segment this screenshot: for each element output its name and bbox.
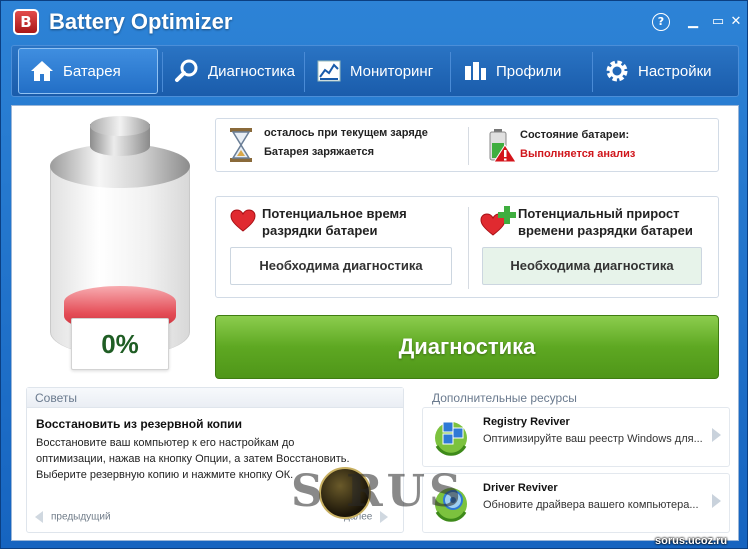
discharge-time-title: Потенциальное время разрядки батареи <box>262 205 407 239</box>
maximize-button[interactable]: ▭ <box>709 13 727 31</box>
nav-separator <box>592 52 593 92</box>
minimize-button[interactable]: ▁ <box>684 13 702 31</box>
tip-text-line: оптимизации, нажав на кнопку Опции, а за… <box>36 453 350 465</box>
potential-box: Потенциальное время разрядки батареи Нео… <box>215 196 719 298</box>
help-button[interactable]: ? <box>652 13 670 31</box>
diagnostics-button[interactable]: Диагностика <box>215 315 719 379</box>
nav-separator <box>304 52 305 92</box>
plug-icon <box>462 58 488 84</box>
close-button[interactable]: ✕ <box>727 13 745 31</box>
heart-icon <box>230 209 256 238</box>
discharge-gain-title-line1: Потенциальный прирост <box>518 206 680 221</box>
watermark-logo: S RUS <box>291 466 465 517</box>
tab-diagnostics[interactable]: Диагностика <box>164 48 304 94</box>
battery-percent: 0% <box>71 318 169 370</box>
home-icon <box>29 58 55 84</box>
magnifier-icon <box>174 58 200 84</box>
battery-state-value: Выполняется анализ <box>520 148 636 160</box>
watermark-url: sorus.ucoz.ru <box>655 535 728 547</box>
chart-icon <box>316 58 342 84</box>
app-title: Battery Optimizer <box>49 9 233 34</box>
tip-text-line: Восстановите ваш компьютер к его настрой… <box>36 437 295 449</box>
tab-profiles-label: Профили <box>496 62 562 80</box>
discharge-gain-title: Потенциальный прирост времени разрядки б… <box>518 205 693 239</box>
potential-separator <box>468 207 469 289</box>
resource-item-registry-reviver[interactable]: Registry Reviver Оптимизируйте ваш реест… <box>422 407 730 467</box>
remaining-time-label: осталось при текущем заряде <box>264 127 428 139</box>
tab-monitoring-label: Мониторинг <box>350 62 434 80</box>
nav-separator <box>162 52 163 92</box>
tab-profiles[interactable]: Профили <box>452 48 590 94</box>
resource-desc: Оптимизируйте ваш реестр Windows для... <box>483 433 703 445</box>
hourglass-icon <box>228 127 254 168</box>
tab-settings-label: Настройки <box>638 62 712 80</box>
registry-reviver-icon <box>431 416 471 456</box>
discharge-gain-title-line2: времени разрядки батареи <box>518 223 693 238</box>
tab-settings[interactable]: Настройки <box>594 48 734 94</box>
resource-title: Registry Reviver <box>483 416 570 428</box>
discharge-time-title-line2: разрядки батареи <box>262 223 378 238</box>
resource-desc: Обновите драйвера вашего компьютера... <box>483 499 699 511</box>
battery-warning-icon <box>488 129 518 168</box>
tips-header: Советы <box>27 388 403 408</box>
remaining-time-cell: осталось при текущем заряде Батарея заря… <box>264 127 428 167</box>
battery-state-cell: Состояние батареи: Выполняется анализ <box>520 129 635 169</box>
resources-header: Дополнительные ресурсы <box>432 391 577 405</box>
charging-status: Батарея заряжается <box>264 146 375 158</box>
tip-title: Восстановить из резервной копии <box>36 417 242 431</box>
chevron-left-icon <box>35 511 43 523</box>
gear-icon <box>604 58 630 84</box>
app-logo-icon: B <box>13 9 39 35</box>
discharge-time-title-line1: Потенциальное время <box>262 206 407 221</box>
tab-battery[interactable]: Батарея <box>18 48 158 94</box>
chevron-right-icon <box>712 494 721 508</box>
discharge-gain-value: Необходима диагностика <box>482 247 702 285</box>
tab-monitoring[interactable]: Мониторинг <box>306 48 448 94</box>
status-separator <box>468 127 469 165</box>
tips-prev-label: предыдущий <box>51 511 111 523</box>
app-window: B Battery Optimizer ? ▁ ▭ ✕ Батарея Диаг… <box>0 0 748 549</box>
resource-item-driver-reviver[interactable]: Driver Reviver Обновите драйвера вашего … <box>422 473 730 533</box>
resources-panel: Дополнительные ресурсы Registry Reviver … <box>422 387 730 533</box>
battery-cap-top <box>90 116 150 136</box>
tab-diagnostics-label: Диагностика <box>208 62 295 80</box>
discharge-time-value: Необходима диагностика <box>230 247 452 285</box>
main-nav: Батарея Диагностика Мониторинг Профили Н… <box>11 45 739 97</box>
battery-state-label: Состояние батареи: <box>520 129 630 141</box>
tips-prev-button[interactable]: предыдущий <box>35 511 111 523</box>
resource-title: Driver Reviver <box>483 482 558 494</box>
battery-status-box: осталось при текущем заряде Батарея заря… <box>215 118 719 172</box>
tab-battery-label: Батарея <box>63 62 121 80</box>
chevron-right-icon <box>712 428 721 442</box>
heart-plus-icon <box>480 205 516 242</box>
title-bar[interactable]: B Battery Optimizer ? ▁ ▭ ✕ <box>1 1 747 43</box>
nav-separator <box>450 52 451 92</box>
